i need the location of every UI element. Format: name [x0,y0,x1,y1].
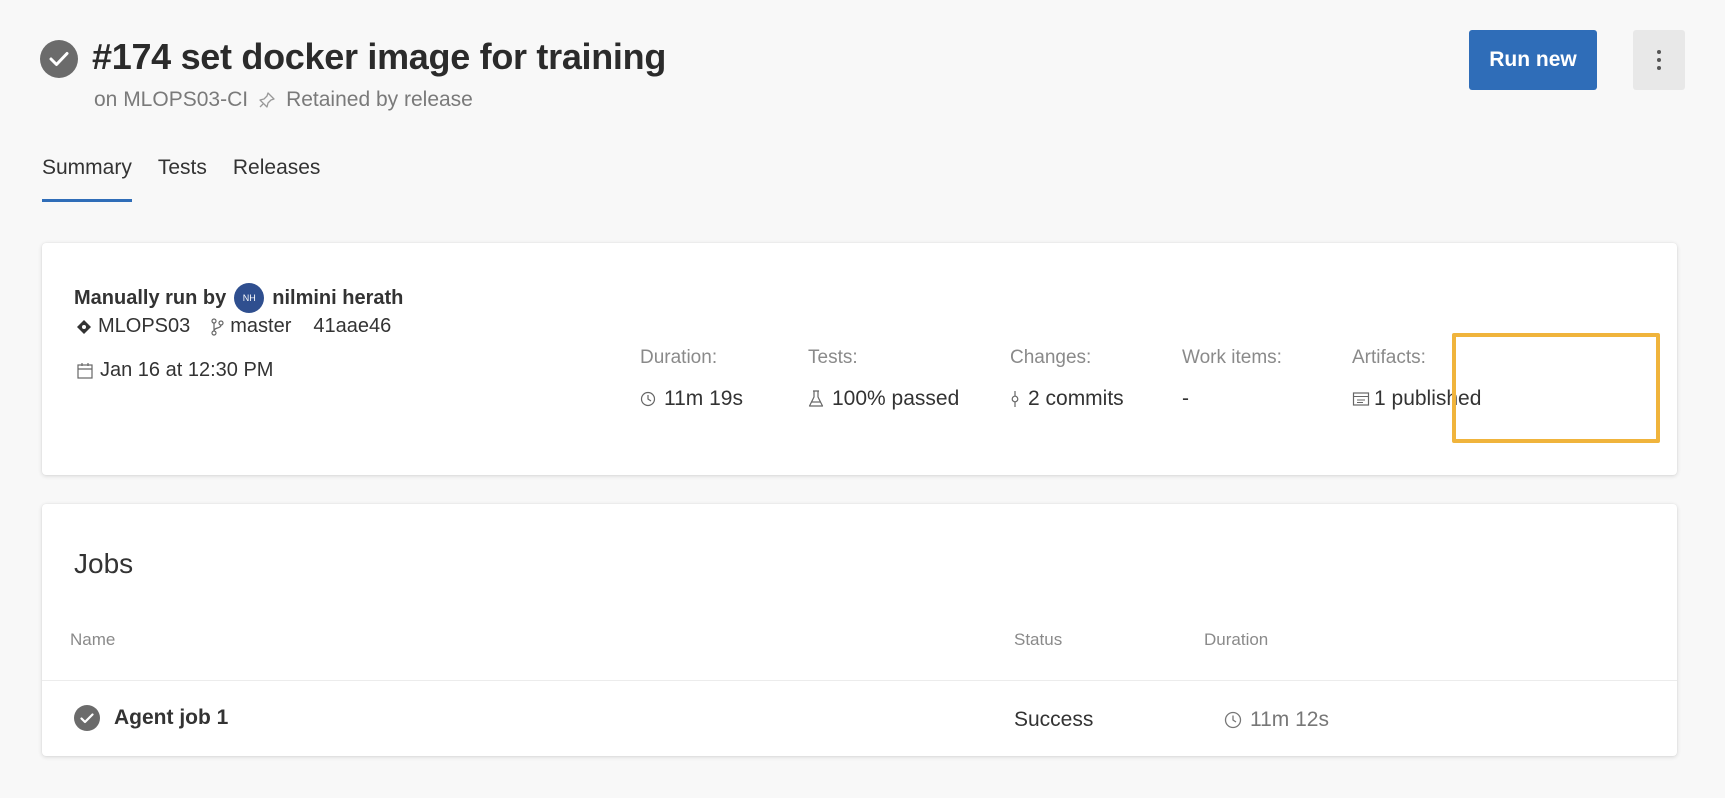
flask-icon [808,390,824,407]
table-row[interactable]: Agent job 1 Success 11m 12s [42,681,1677,756]
run-new-button[interactable]: Run new [1469,30,1597,90]
stat-value: - [1182,387,1282,411]
column-header-duration: Duration [1204,630,1269,649]
tab-releases[interactable]: Releases [233,156,321,202]
job-duration: 11m 12s [1224,708,1329,732]
pin-icon [258,91,276,109]
jobs-title: Jobs [74,548,134,579]
more-dot-icon [1657,58,1661,62]
job-name: Agent job 1 [114,706,229,729]
tab-summary[interactable]: Summary [42,156,132,202]
branch-icon [210,317,224,336]
commit-id[interactable]: 41aae46 [313,315,391,338]
repo-icon [76,319,92,335]
more-actions-button[interactable] [1633,30,1685,90]
duration-value: 11m 19s [664,387,743,410]
run-by-label: Manually run by [74,286,227,309]
artifacts-highlight [1452,333,1660,443]
job-status: Success [1014,708,1094,731]
stat-changes: Changes: 2 commits [1010,347,1124,411]
jobs-card: Jobs Name Status Duration Agent job 1 Su… [42,504,1677,756]
repo-name[interactable]: MLOPS03 [98,315,190,338]
tests-value: 100% passed [832,387,960,410]
job-name-cell: Agent job 1 [74,705,228,731]
clock-icon [1224,711,1242,729]
stat-label: Changes: [1010,347,1092,368]
stat-tests: Tests: 100% passed [808,347,959,411]
check-circle-icon [40,40,78,78]
artifact-icon [1352,392,1370,406]
run-subtitle: on MLOPS03-CI Retained by release [94,88,473,112]
clock-icon [640,391,656,407]
run-date: Jan 16 at 12:30 PM [76,359,273,382]
stat-label: Duration: [640,347,718,368]
stat-label: Work items: [1182,347,1282,368]
more-dot-icon [1657,66,1661,70]
stat-work-items: Work items: - [1182,347,1282,411]
user-name[interactable]: nilmini herath [272,287,403,310]
changes-value: 2 commits [1028,387,1124,410]
run-date-text: Jan 16 at 12:30 PM [100,359,274,381]
run-by: Manually run by NH nilmini herath [74,283,403,313]
more-dot-icon [1657,50,1661,54]
column-header-name: Name [70,630,116,649]
stat-value: 11m 19s [640,387,743,411]
run-summary-card: Manually run by NH nilmini herath MLOPS0… [42,243,1677,475]
changes-link[interactable]: 2 commits [1010,387,1124,411]
calendar-icon [76,362,94,380]
column-header-status: Status [1014,630,1063,649]
stat-label: Tests: [808,347,858,368]
page-header: #174 set docker image for training on ML… [40,30,1685,120]
tests-link[interactable]: 100% passed [808,387,959,411]
tab-bar: Summary Tests Releases [42,156,320,202]
stat-duration: Duration: 11m 19s [640,347,743,411]
work-items-value: - [1182,387,1189,410]
pipeline-link[interactable]: on MLOPS03-CI [94,88,248,112]
source-info: MLOPS03 master 41aae46 [76,315,391,338]
avatar[interactable]: NH [234,283,265,313]
check-circle-icon [74,705,100,731]
page-title: #174 set docker image for training [92,36,667,77]
branch-name[interactable]: master [230,315,291,338]
retention-label: Retained by release [286,88,473,111]
job-duration-value: 11m 12s [1250,708,1329,731]
tab-tests[interactable]: Tests [158,156,207,202]
commit-icon [1011,391,1019,407]
